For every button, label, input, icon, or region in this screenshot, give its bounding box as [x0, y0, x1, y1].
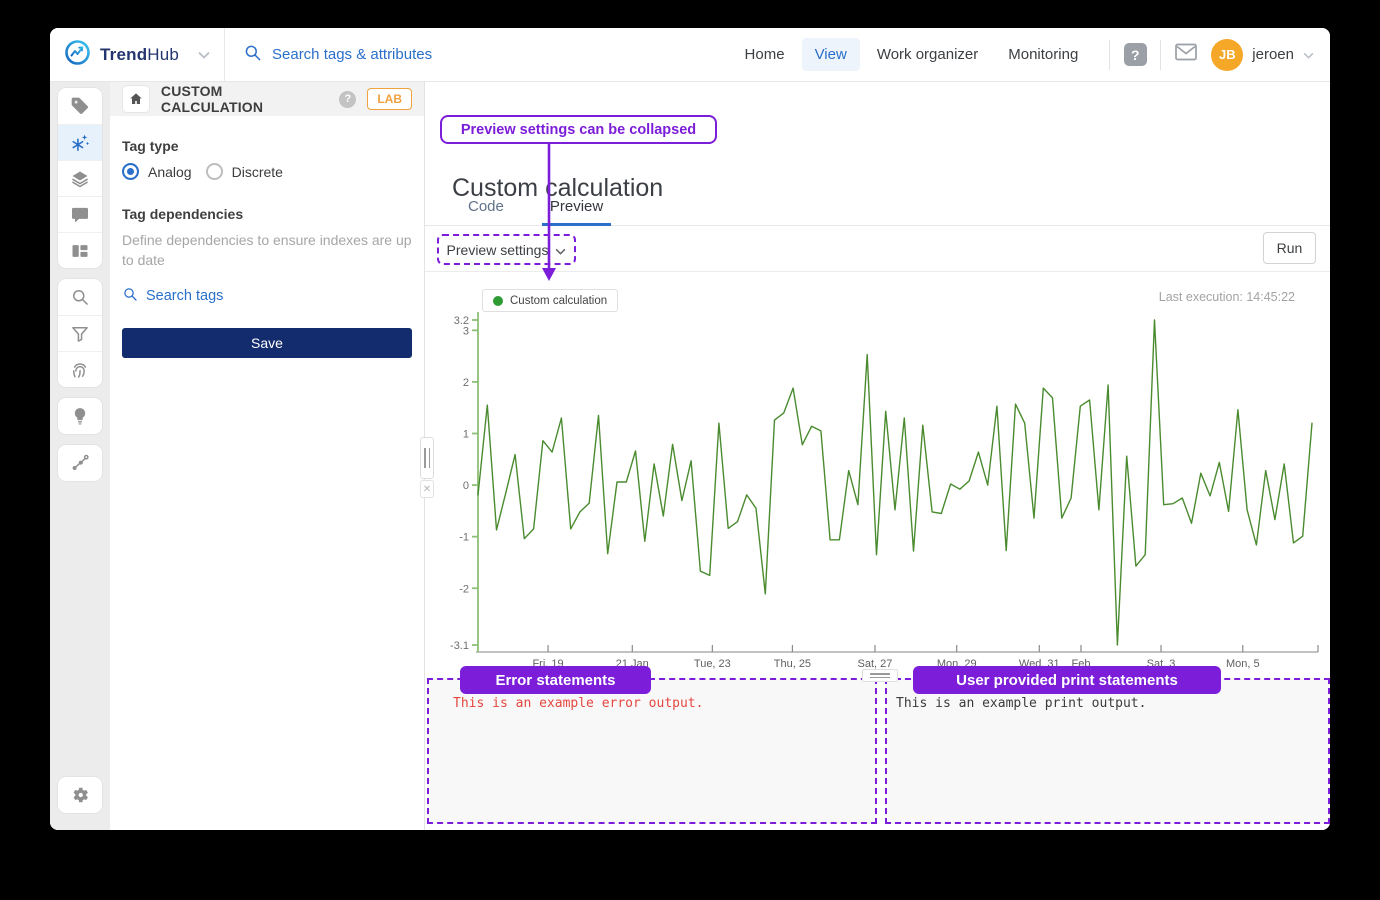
- svg-text:3: 3: [463, 325, 469, 337]
- username: jeroen: [1252, 46, 1294, 63]
- nav-divider: [1160, 40, 1161, 70]
- context-graph-icon[interactable]: [58, 445, 102, 481]
- global-search-input[interactable]: Search tags & attributes: [225, 43, 732, 66]
- rail-group-discovery: [58, 279, 102, 387]
- tag-type-radios: Analog Discrete: [122, 163, 412, 180]
- svg-text:Mon, 5: Mon, 5: [1226, 658, 1260, 670]
- avatar: JB: [1211, 39, 1243, 71]
- tab-code[interactable]: Code: [460, 194, 512, 225]
- primary-nav: Home View Work organizer Monitoring: [732, 38, 1092, 71]
- console-resize-handle[interactable]: [862, 669, 898, 682]
- chart-legend[interactable]: Custom calculation: [482, 289, 618, 312]
- radio-discrete-label: Discrete: [232, 164, 283, 180]
- nav-item-view[interactable]: View: [802, 38, 860, 71]
- tag-type-label: Tag type: [122, 138, 412, 154]
- nav-item-home[interactable]: Home: [732, 38, 798, 71]
- rail-group-workspace: [58, 88, 102, 268]
- radio-option-analog[interactable]: Analog: [122, 163, 192, 180]
- panel-title: CUSTOM CALCULATION: [161, 83, 328, 115]
- top-navbar: TrendHub Search tags & attributes Home V…: [50, 28, 1330, 82]
- home-button[interactable]: [122, 85, 150, 113]
- svg-text:Thu, 25: Thu, 25: [774, 658, 811, 670]
- svg-text:1: 1: [463, 428, 469, 440]
- panel-resize-handle: ✕: [420, 437, 434, 498]
- brand-block[interactable]: TrendHub: [50, 28, 225, 81]
- help-button[interactable]: ?: [1118, 38, 1152, 72]
- lab-badge: LAB: [367, 88, 412, 110]
- nav-divider: [1109, 40, 1110, 70]
- nav-item-monitoring[interactable]: Monitoring: [995, 38, 1091, 71]
- svg-text:2: 2: [463, 377, 469, 389]
- annotation-callout: Preview settings can be collapsed: [440, 115, 717, 144]
- search-tags-icon: [122, 286, 138, 306]
- print-statements-callout: User provided print statements: [913, 666, 1221, 694]
- brand-chevron-down-icon: [198, 46, 210, 64]
- svg-text:-2: -2: [459, 583, 469, 595]
- svg-text:-1: -1: [459, 532, 469, 544]
- svg-text:0: 0: [463, 480, 469, 492]
- chart-svg[interactable]: Fri, 1921 JanTue, 23Thu, 25Sat, 27Mon, 2…: [440, 278, 1330, 678]
- panel-header: CUSTOM CALCULATION ? LAB: [110, 82, 424, 116]
- main-content: Preview settings can be collapsed Custom…: [425, 82, 1330, 830]
- trendhub-logo-icon: [64, 39, 91, 71]
- settings-gear-icon[interactable]: [58, 777, 102, 813]
- screenshot-frame: TrendHub Search tags & attributes Home V…: [0, 0, 1380, 900]
- messages-button[interactable]: [1169, 38, 1203, 72]
- brand-name: TrendHub: [100, 45, 179, 65]
- panel-help-icon[interactable]: ?: [339, 91, 356, 108]
- app-window: TrendHub Search tags & attributes Home V…: [50, 28, 1330, 830]
- toolbar-divider: [425, 271, 1330, 272]
- preview-settings-label: Preview settings: [447, 242, 549, 258]
- lightbulb-icon[interactable]: [58, 398, 102, 434]
- legend-series-label: Custom calculation: [510, 295, 607, 307]
- rail-group-context: [58, 445, 102, 481]
- user-menu[interactable]: JB jeroen: [1203, 39, 1330, 71]
- search-icon: [243, 43, 262, 66]
- rail-group-settings: [58, 777, 102, 813]
- panel-drag-grip[interactable]: [420, 437, 434, 479]
- radio-analog[interactable]: [122, 163, 139, 180]
- help-icon: ?: [1124, 43, 1147, 66]
- search-tags-link[interactable]: Search tags: [122, 286, 412, 306]
- global-search-placeholder: Search tags & attributes: [272, 46, 432, 63]
- layers-icon[interactable]: [58, 160, 102, 196]
- radio-option-discrete[interactable]: Discrete: [206, 163, 283, 180]
- legend-series-dot: [493, 296, 503, 306]
- comment-icon[interactable]: [58, 196, 102, 232]
- svg-text:-3.1: -3.1: [450, 640, 469, 652]
- panel-collapse-button[interactable]: ✕: [420, 480, 434, 498]
- fingerprint-icon[interactable]: [58, 351, 102, 387]
- icon-rail: [50, 82, 110, 830]
- error-statements-callout: Error statements: [460, 666, 651, 694]
- rail-group-ideas: [58, 398, 102, 434]
- tag-dependencies-hint: Define dependencies to ensure indexes ar…: [122, 231, 412, 270]
- user-chevron-down-icon: [1303, 46, 1314, 64]
- save-button[interactable]: Save: [122, 328, 412, 358]
- tab-bar: Code Preview: [425, 194, 1330, 226]
- tag-icon[interactable]: [58, 88, 102, 124]
- search-tags-label: Search tags: [146, 288, 223, 304]
- svg-text:Tue, 23: Tue, 23: [694, 658, 731, 670]
- preview-settings-chevron-down-icon: [555, 242, 566, 258]
- preview-settings-toggle[interactable]: Preview settings: [437, 234, 576, 265]
- dashboard-icon[interactable]: [58, 232, 102, 268]
- tag-builder-panel: CUSTOM CALCULATION ? LAB Tag type Analog…: [110, 82, 425, 830]
- nav-item-work-organizer[interactable]: Work organizer: [864, 38, 991, 71]
- print-output-text: This is an example print output.: [896, 696, 1146, 711]
- radio-analog-label: Analog: [148, 164, 192, 180]
- radio-discrete[interactable]: [206, 163, 223, 180]
- error-output-text: This is an example error output.: [453, 696, 703, 711]
- search-tool-icon[interactable]: [58, 279, 102, 315]
- filter-icon[interactable]: [58, 315, 102, 351]
- envelope-icon: [1174, 42, 1198, 67]
- tag-dependencies-label: Tag dependencies: [122, 206, 412, 222]
- custom-calculation-icon[interactable]: [58, 124, 102, 160]
- tab-preview[interactable]: Preview: [542, 194, 611, 225]
- run-button[interactable]: Run: [1263, 232, 1316, 264]
